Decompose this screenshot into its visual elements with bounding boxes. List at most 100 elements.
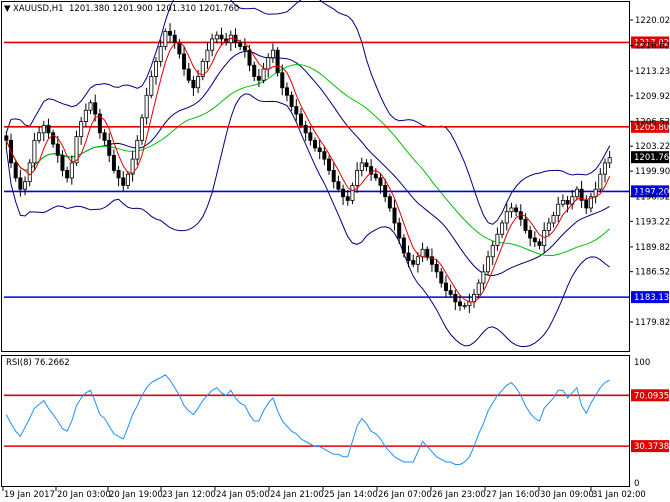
time-tick-label: 30 Jan 09:00	[540, 490, 594, 500]
candle-body	[242, 46, 247, 51]
candle-body	[284, 87, 289, 96]
candle-body	[196, 76, 201, 89]
price-tick-label: 1216.625	[635, 42, 670, 52]
rsi-level-high-label: 70.0935	[634, 391, 669, 401]
candle-body	[275, 49, 280, 74]
candle-body	[116, 169, 121, 179]
time-axis: 19 Jan 2017 20 Jan 03:0020 Jan 19:00 23 Ja…	[2, 487, 646, 500]
candle-body	[551, 215, 556, 224]
candle-body	[556, 203, 561, 216]
candle-body	[387, 196, 392, 209]
candle-body	[168, 31, 173, 36]
candle-body	[46, 124, 51, 134]
candle-body	[373, 173, 378, 179]
price-tick-label: 1209.920	[635, 92, 670, 102]
candle-body	[476, 282, 481, 295]
candle-body	[93, 102, 98, 115]
candle-body	[149, 76, 154, 96]
ohlc-readout: 1201.380 1201.900 1201.310 1201.760	[69, 4, 239, 14]
candle-body	[537, 241, 542, 246]
time-tick-label: 25 Jan 14:00	[324, 490, 378, 500]
candle-body	[4, 135, 9, 141]
candle-body	[434, 263, 439, 273]
candle-body	[139, 117, 144, 141]
chart-menu-icon[interactable]: ▼	[4, 4, 11, 14]
candle-body	[238, 42, 243, 47]
candle-body	[481, 271, 486, 284]
time-tick-label: 23 Jan 12:00	[162, 490, 216, 500]
price-tick-label: 1189.820	[635, 243, 670, 253]
candle-body	[41, 124, 46, 134]
candle-body	[298, 113, 303, 126]
rsi-label: RSI(8) 76.2662	[6, 358, 70, 368]
candle-body	[331, 169, 336, 183]
candle-body	[584, 200, 589, 209]
candle-body	[439, 271, 444, 284]
candle-body	[252, 64, 257, 77]
candle-body	[308, 132, 313, 141]
candle-body	[289, 94, 294, 107]
candle-body	[55, 143, 60, 156]
rsi-level-low-label: 30.3738	[634, 442, 669, 452]
time-tick-label: 20 Jan 03:00	[57, 490, 111, 500]
time-tick-label: 26 Jan 07:00	[378, 490, 432, 500]
price-tick-label: 1179.820	[635, 318, 670, 328]
candle-body	[509, 207, 514, 213]
candle-body	[443, 282, 448, 291]
candle-body	[546, 222, 551, 231]
candle-body	[247, 49, 252, 66]
candle-body	[322, 151, 327, 160]
candle-body	[65, 169, 70, 179]
candle-body	[186, 68, 191, 81]
price-tick-label: 1206.525	[635, 117, 670, 127]
candle-body	[490, 245, 495, 258]
candle-body	[172, 34, 177, 44]
time-tick-label: 24 Jan 21:00	[270, 490, 324, 500]
candle-body	[607, 157, 612, 164]
current-price-label: 1201.760	[634, 153, 670, 163]
candle-body	[486, 256, 491, 273]
candle-body	[392, 207, 397, 224]
candle-body	[313, 139, 318, 149]
candle-body	[144, 94, 149, 119]
candle-body	[158, 46, 163, 62]
candle-body	[261, 68, 266, 81]
candle-body	[153, 61, 158, 77]
candle-body	[467, 301, 472, 307]
candle-body	[462, 305, 467, 308]
level-price-label: 1183.132	[634, 293, 670, 303]
candle-body	[359, 162, 364, 171]
price-tick-label: 1196.520	[635, 193, 670, 203]
candle-body	[177, 42, 182, 55]
candle-body	[107, 139, 112, 156]
price-tick-label: 1220.020	[635, 16, 670, 26]
candle-body	[514, 207, 519, 213]
price-tick-label: 1213.230	[635, 67, 670, 77]
candle-body	[327, 158, 332, 171]
candle-body	[83, 109, 88, 122]
candle-body	[111, 154, 116, 171]
candle-body	[280, 72, 285, 89]
candle-body	[79, 121, 84, 137]
candle-body	[350, 185, 355, 201]
candle-body	[425, 248, 430, 258]
chart-window[interactable]: 1217.0281205.8021197.2051183.1321220.020…	[0, 0, 670, 502]
candle-body	[191, 79, 196, 89]
candle-body	[453, 293, 458, 303]
candle-body	[355, 169, 360, 186]
time-tick-label: 27 Jan 16:00	[486, 490, 540, 500]
candle-body	[88, 102, 93, 111]
candle-body	[542, 230, 547, 246]
candle-body	[532, 237, 537, 243]
candle-body	[420, 248, 425, 258]
candle-body	[336, 181, 341, 190]
rsi-scale-bottom: 0	[634, 479, 639, 489]
time-tick-label: 26 Jan 23:00	[432, 490, 486, 500]
candle-body	[495, 233, 500, 246]
candle-body	[102, 132, 107, 141]
time-tick-label: 19 Jan 2017	[4, 490, 55, 500]
candle-body	[401, 237, 406, 254]
candle-body	[378, 177, 383, 186]
candle-body	[574, 188, 579, 198]
candle-body	[602, 162, 607, 175]
